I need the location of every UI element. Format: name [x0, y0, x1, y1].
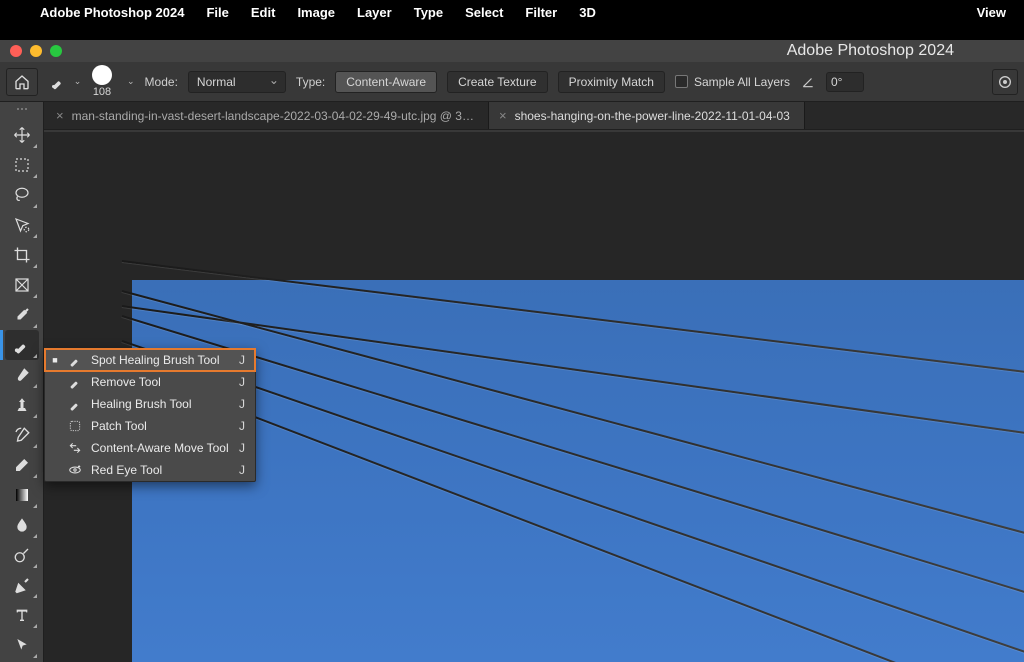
type-label: Type: — [296, 75, 325, 89]
menu-filter[interactable]: Filter — [525, 5, 557, 20]
app-window: Adobe Photoshop 2024 ⌄ 108 ⌄ Mode: Norma… — [0, 40, 1024, 662]
app-name[interactable]: Adobe Photoshop 2024 — [40, 5, 184, 20]
tool-flyout-menu: ■ Spot Healing Brush Tool J Remove Tool … — [44, 348, 256, 482]
mode-dropdown[interactable]: Normal — [188, 71, 286, 93]
type-create-texture-button[interactable]: Create Texture — [447, 71, 548, 93]
brush-size-value: 108 — [93, 86, 111, 98]
frame-tool[interactable] — [5, 270, 39, 300]
path-selection-tool[interactable] — [5, 630, 39, 660]
options-bar: ⌄ 108 ⌄ Mode: Normal Type: Content-Aware… — [0, 62, 1024, 102]
window-minimize-button[interactable] — [30, 45, 42, 57]
flyout-item-red-eye[interactable]: Red Eye Tool J — [45, 459, 255, 481]
mode-value: Normal — [197, 75, 236, 89]
spot-healing-brush-tool[interactable] — [5, 330, 39, 360]
menu-type[interactable]: Type — [414, 5, 443, 20]
flyout-item-patch[interactable]: Patch Tool J — [45, 415, 255, 437]
flyout-item-spot-healing[interactable]: ■ Spot Healing Brush Tool J — [45, 349, 255, 371]
chevron-down-icon: ⌄ — [74, 76, 82, 87]
patch-icon — [67, 419, 83, 433]
bandage-icon — [67, 397, 83, 411]
traffic-lights — [10, 45, 62, 57]
pressure-size-button[interactable] — [992, 69, 1018, 95]
move-arrows-icon — [67, 441, 83, 455]
flyout-item-remove[interactable]: Remove Tool J — [45, 371, 255, 393]
menu-edit[interactable]: Edit — [251, 5, 276, 20]
pen-tool[interactable] — [5, 570, 39, 600]
window-title: Adobe Photoshop 2024 — [787, 42, 954, 60]
toolbox-handle[interactable] — [7, 108, 37, 114]
macos-menu-bar: Adobe Photoshop 2024 File Edit Image Lay… — [0, 0, 1024, 24]
remove-icon — [67, 375, 83, 389]
eraser-tool[interactable] — [5, 450, 39, 480]
close-icon[interactable]: × — [499, 108, 507, 123]
menu-image[interactable]: Image — [297, 5, 335, 20]
window-close-button[interactable] — [10, 45, 22, 57]
eyedropper-tool[interactable] — [5, 300, 39, 330]
menu-layer[interactable]: Layer — [357, 5, 392, 20]
type-proximity-match-button[interactable]: Proximity Match — [558, 71, 665, 93]
gradient-tool[interactable] — [5, 480, 39, 510]
window-titlebar: Adobe Photoshop 2024 — [0, 40, 1024, 62]
clone-stamp-tool[interactable] — [5, 390, 39, 420]
document-tabs: × man-standing-in-vast-desert-landscape-… — [0, 102, 1024, 130]
checkbox-icon — [675, 75, 688, 88]
current-tool-indicator: ■ — [51, 355, 59, 365]
canvas-image — [132, 280, 1024, 662]
brush-size-preview[interactable]: 108 — [92, 65, 112, 98]
document-tab[interactable]: × shoes-hanging-on-the-power-line-2022-1… — [489, 102, 805, 129]
quick-selection-tool[interactable] — [5, 210, 39, 240]
type-content-aware-button[interactable]: Content-Aware — [335, 71, 437, 93]
document-tab-label: shoes-hanging-on-the-power-line-2022-11-… — [515, 109, 790, 123]
type-tool[interactable] — [5, 600, 39, 630]
sample-all-layers-checkbox[interactable]: Sample All Layers — [675, 75, 790, 89]
sample-all-layers-label: Sample All Layers — [694, 75, 790, 89]
chevron-down-icon[interactable]: ⌄ — [127, 76, 135, 87]
flyout-item-healing-brush[interactable]: Healing Brush Tool J — [45, 393, 255, 415]
flyout-item-content-aware-move[interactable]: Content-Aware Move Tool J — [45, 437, 255, 459]
eye-plus-icon — [67, 463, 83, 477]
bandage-icon — [67, 353, 83, 367]
menu-view[interactable]: View — [977, 5, 1006, 20]
menu-select[interactable]: Select — [465, 5, 503, 20]
home-button[interactable] — [6, 68, 38, 96]
angle-icon — [800, 74, 816, 90]
lasso-tool[interactable] — [5, 180, 39, 210]
crop-tool[interactable] — [5, 240, 39, 270]
brush-tool[interactable] — [5, 360, 39, 390]
angle-input[interactable]: 0° — [826, 72, 864, 92]
window-maximize-button[interactable] — [50, 45, 62, 57]
blur-tool[interactable] — [5, 510, 39, 540]
close-icon[interactable]: × — [56, 108, 64, 123]
document-tab-label: man-standing-in-vast-desert-landscape-20… — [72, 109, 474, 123]
menu-file[interactable]: File — [206, 5, 228, 20]
mode-label: Mode: — [145, 75, 178, 89]
menu-3d[interactable]: 3D — [579, 5, 596, 20]
move-tool[interactable] — [5, 120, 39, 150]
history-brush-tool[interactable] — [5, 420, 39, 450]
brush-circle-icon — [92, 65, 112, 85]
toolbox — [0, 102, 44, 662]
dodge-tool[interactable] — [5, 540, 39, 570]
marquee-tool[interactable] — [5, 150, 39, 180]
tool-preset-picker[interactable]: ⌄ — [48, 69, 82, 95]
document-tab[interactable]: × man-standing-in-vast-desert-landscape-… — [46, 102, 489, 129]
